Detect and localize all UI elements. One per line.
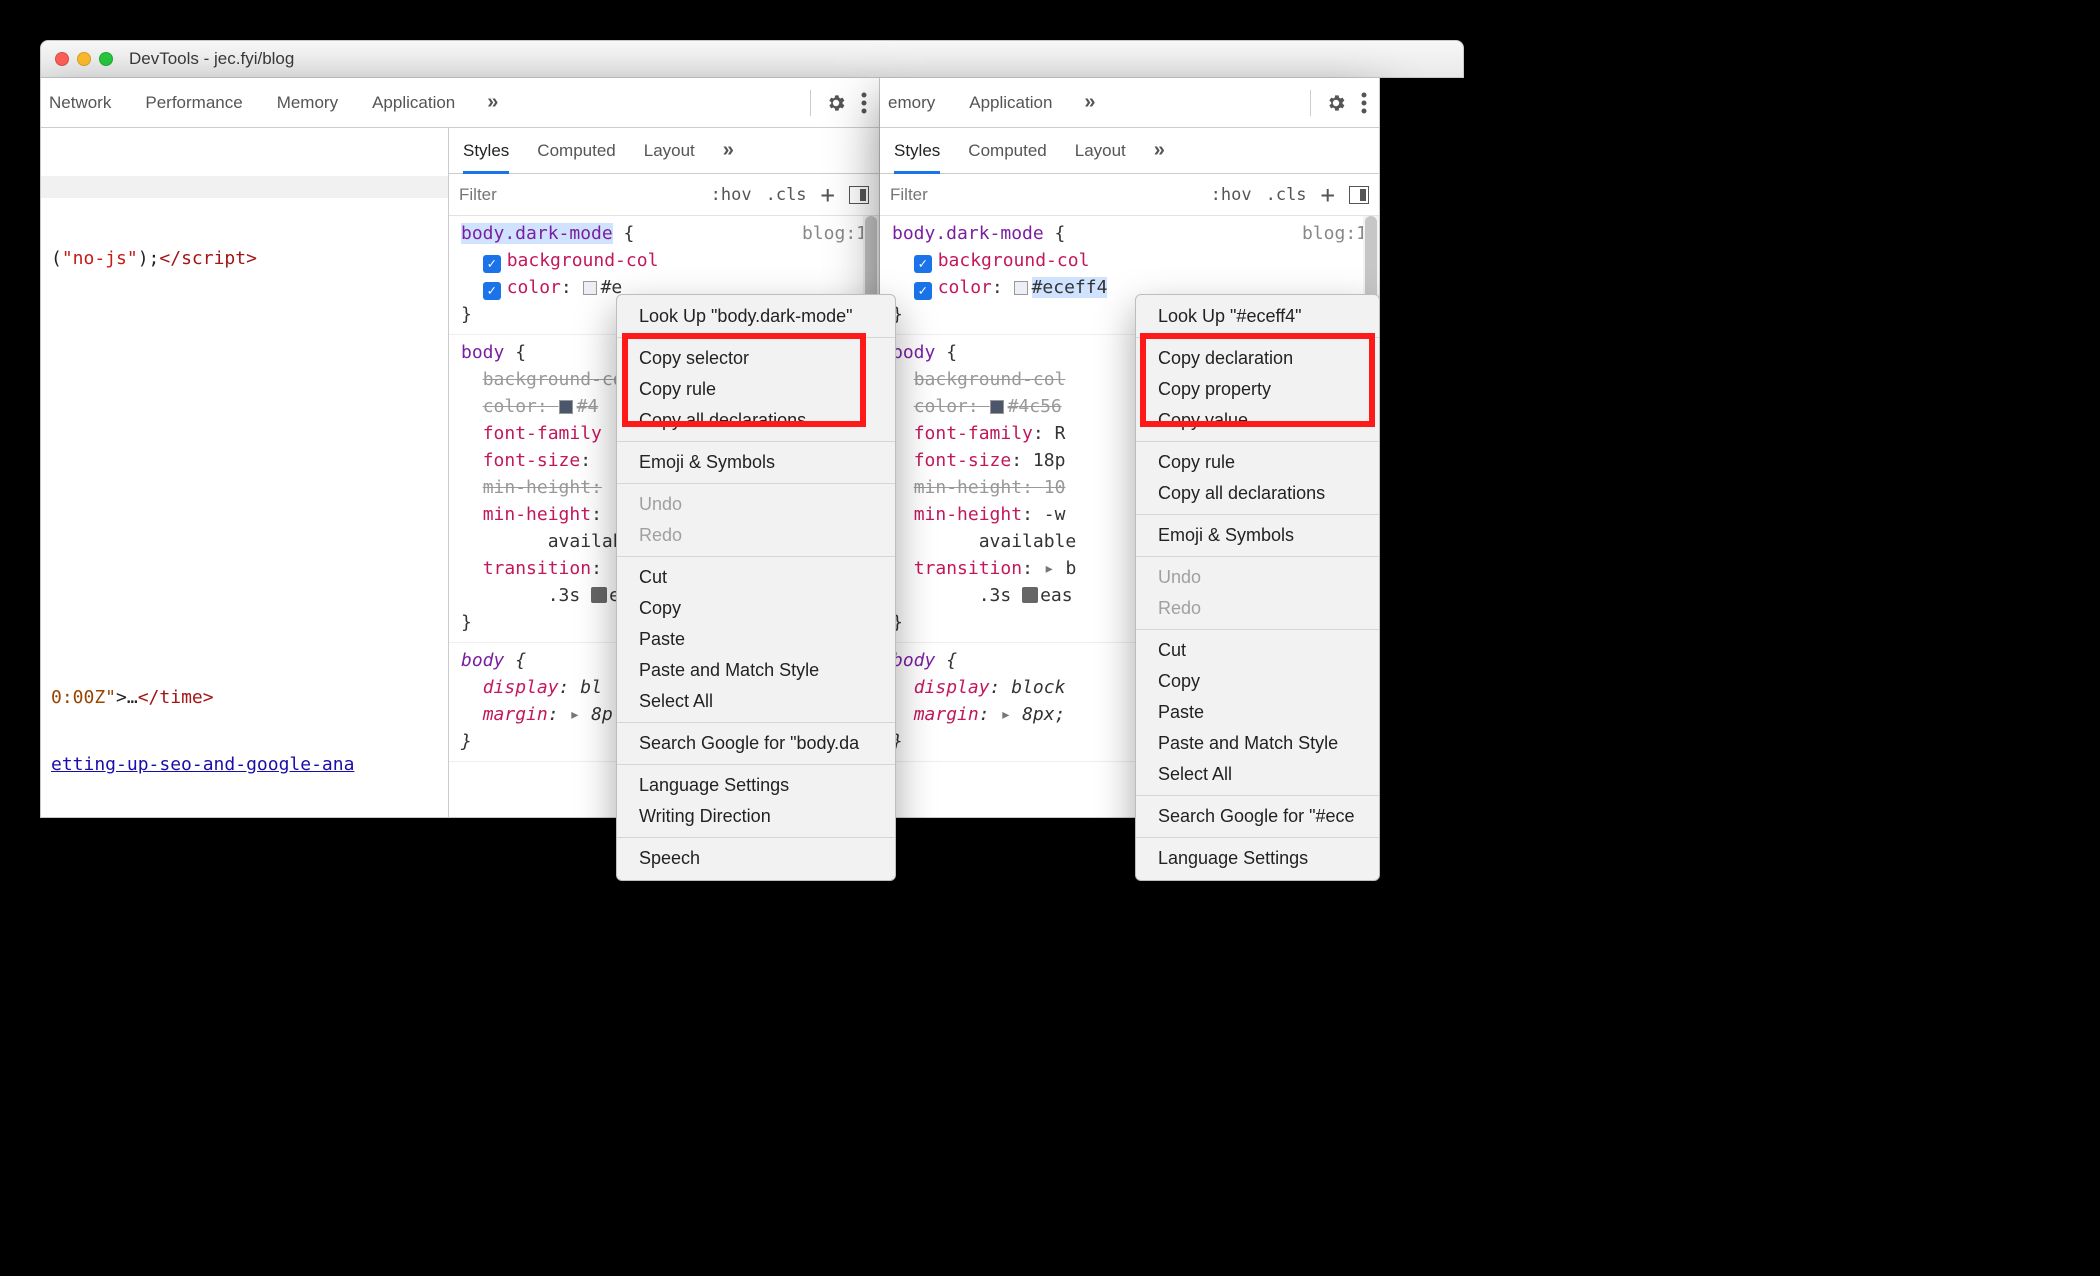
gear-icon[interactable] (825, 92, 847, 114)
menu-search-google[interactable]: Search Google for "#ece (1136, 801, 1379, 832)
styles-filter-input[interactable] (459, 185, 589, 205)
tabs-overflow-icon[interactable]: » (1084, 91, 1095, 114)
menu-paste[interactable]: Paste (1136, 697, 1379, 728)
new-rule-icon[interactable]: + (1321, 183, 1335, 207)
hov-toggle[interactable]: :hov (711, 185, 752, 205)
context-menu-right: Look Up "#eceff4" Copy declaration Copy … (1135, 294, 1380, 881)
menu-paste-match[interactable]: Paste and Match Style (617, 655, 895, 686)
subtabs-overflow-icon[interactable]: » (1154, 139, 1165, 162)
menu-redo: Redo (1136, 593, 1379, 624)
zoom-traffic-light[interactable] (99, 52, 113, 66)
dom-tree[interactable]: ("no-js");</script​> 0:00Z">…</time> ett… (41, 128, 449, 817)
link-text[interactable]: etting-up-seo-and-google-ana (51, 754, 354, 775)
easing-icon[interactable] (1022, 587, 1038, 603)
checkbox-icon[interactable]: ✓ (483, 255, 501, 273)
tab-performance[interactable]: Performance (143, 93, 244, 113)
tab-memory[interactable]: Memory (275, 93, 340, 113)
tab-application[interactable]: Application (967, 93, 1054, 113)
menu-language-settings[interactable]: Language Settings (1136, 843, 1379, 874)
menu-paste[interactable]: Paste (617, 624, 895, 655)
cls-toggle[interactable]: .cls (766, 185, 807, 205)
menu-select-all[interactable]: Select All (1136, 759, 1379, 790)
styles-filter-input[interactable] (890, 185, 1020, 205)
menu-lookup[interactable]: Look Up "body.dark-mode" (617, 301, 895, 332)
close-traffic-light[interactable] (55, 52, 69, 66)
menu-search-google[interactable]: Search Google for "body.da (617, 728, 895, 759)
menu-undo: Undo (617, 489, 895, 520)
subtabs-overflow-icon[interactable]: » (723, 139, 734, 162)
menu-copy-property[interactable]: Copy property (1136, 374, 1379, 405)
gear-icon[interactable] (1325, 92, 1347, 114)
menu-cut[interactable]: Cut (1136, 635, 1379, 666)
toggle-sidebar-icon[interactable] (1349, 186, 1369, 204)
menu-copy-all-declarations[interactable]: Copy all declarations (617, 405, 895, 436)
tab-memory[interactable]: emory (886, 93, 937, 113)
menu-emoji[interactable]: Emoji & Symbols (1136, 520, 1379, 551)
menu-select-all[interactable]: Select All (617, 686, 895, 717)
menu-copy-selector[interactable]: Copy selector (617, 343, 895, 374)
subtab-layout[interactable]: Layout (1075, 141, 1126, 161)
menu-copy-rule[interactable]: Copy rule (617, 374, 895, 405)
subtab-layout[interactable]: Layout (644, 141, 695, 161)
menu-copy[interactable]: Copy (1136, 666, 1379, 697)
checkbox-icon[interactable]: ✓ (483, 282, 501, 300)
menu-cut[interactable]: Cut (617, 562, 895, 593)
main-tabbar: Network Performance Memory Application » (41, 78, 879, 128)
menu-speech[interactable]: Speech (617, 843, 895, 874)
window-titlebar: DevTools - jec.fyi/blog (40, 40, 1464, 78)
menu-paste-match[interactable]: Paste and Match Style (1136, 728, 1379, 759)
menu-language-settings[interactable]: Language Settings (617, 770, 895, 801)
tab-network[interactable]: Network (47, 93, 113, 113)
menu-emoji[interactable]: Emoji & Symbols (617, 447, 895, 478)
context-menu-left: Look Up "body.dark-mode" Copy selector C… (616, 294, 896, 881)
window-title: DevTools - jec.fyi/blog (121, 49, 1449, 69)
menu-redo: Redo (617, 520, 895, 551)
tabs-overflow-icon[interactable]: » (487, 91, 498, 114)
subtab-styles[interactable]: Styles (894, 141, 940, 174)
toggle-sidebar-icon[interactable] (849, 186, 869, 204)
menu-writing-direction[interactable]: Writing Direction (617, 801, 895, 832)
cls-toggle[interactable]: .cls (1266, 185, 1307, 205)
menu-copy[interactable]: Copy (617, 593, 895, 624)
subtab-computed[interactable]: Computed (968, 141, 1046, 161)
menu-copy-declaration[interactable]: Copy declaration (1136, 343, 1379, 374)
hov-toggle[interactable]: :hov (1211, 185, 1252, 205)
subtab-computed[interactable]: Computed (537, 141, 615, 161)
new-rule-icon[interactable]: + (821, 183, 835, 207)
easing-icon[interactable] (591, 587, 607, 603)
checkbox-icon[interactable]: ✓ (914, 255, 932, 273)
subtab-styles[interactable]: Styles (463, 141, 509, 174)
checkbox-icon[interactable]: ✓ (914, 282, 932, 300)
menu-copy-all-declarations[interactable]: Copy all declarations (1136, 478, 1379, 509)
menu-copy-rule[interactable]: Copy rule (1136, 447, 1379, 478)
main-tabbar: emory Application » (880, 78, 1379, 128)
more-icon[interactable] (1361, 92, 1367, 114)
tab-application[interactable]: Application (370, 93, 457, 113)
minimize-traffic-light[interactable] (77, 52, 91, 66)
menu-lookup[interactable]: Look Up "#eceff4" (1136, 301, 1379, 332)
menu-undo: Undo (1136, 562, 1379, 593)
more-icon[interactable] (861, 92, 867, 114)
menu-copy-value[interactable]: Copy value (1136, 405, 1379, 436)
